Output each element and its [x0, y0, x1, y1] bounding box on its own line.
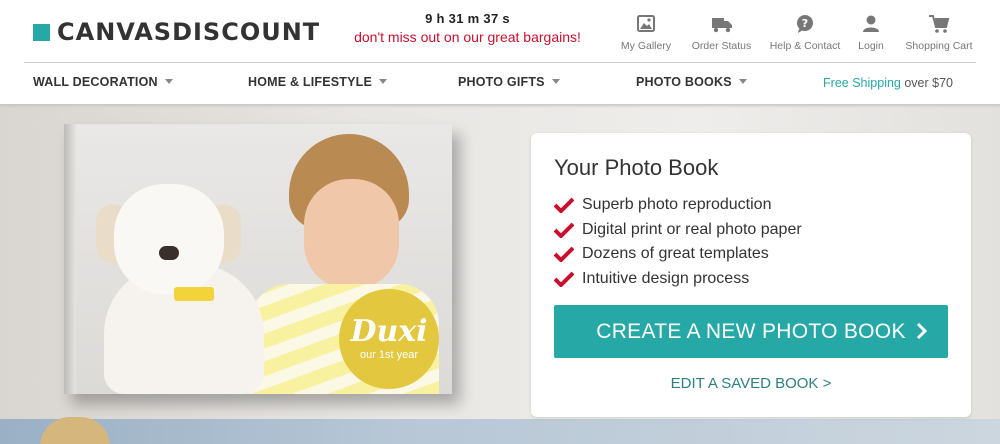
- header-icons: My Gallery Order Status ? Help & Contact…: [610, 14, 979, 52]
- caret-down-icon: [551, 79, 560, 84]
- create-photo-book-label: CREATE A NEW PHOTO BOOK: [596, 319, 906, 343]
- top-header: CANVASDISCOUNT 9 h 31 m 37 s don't miss …: [0, 0, 1000, 62]
- logo[interactable]: CANVASDISCOUNT: [33, 18, 320, 46]
- feature-text: Intuitive design process: [582, 269, 750, 287]
- feature-list: Superb photo reproduction Digital print …: [554, 193, 802, 291]
- nav-photo-books-label: PHOTO BOOKS: [636, 75, 732, 89]
- hero-top-shadow: [0, 104, 1000, 108]
- nav-photo-books[interactable]: PHOTO BOOKS: [636, 75, 747, 89]
- feature-text: Digital print or real photo paper: [582, 220, 802, 238]
- order-status-label: Order Status: [691, 40, 752, 52]
- promo-banner: 9 h 31 m 37 s don't miss out on our grea…: [340, 11, 595, 45]
- free-shipping-notice[interactable]: Free Shipping over $70: [823, 76, 953, 90]
- puppy-bow: [174, 287, 214, 301]
- check-icon: [554, 271, 574, 287]
- feature-item: Digital print or real photo paper: [554, 218, 802, 243]
- caret-down-icon: [738, 79, 747, 84]
- free-shipping-highlight: Free Shipping: [823, 76, 901, 90]
- hero-banner: Duxi our 1st year Your Photo Book Superb…: [0, 104, 1000, 444]
- photo-book-image: Duxi our 1st year: [64, 124, 452, 394]
- nav-photo-gifts-label: PHOTO GIFTS: [458, 75, 545, 89]
- panel-title: Your Photo Book: [554, 155, 719, 180]
- countdown-timer: 9 h 31 m 37 s: [425, 11, 510, 26]
- nav-home-lifestyle-label: HOME & LIFESTYLE: [248, 75, 373, 89]
- cart-icon: [929, 15, 950, 33]
- my-gallery-label: My Gallery: [620, 40, 672, 52]
- photo-book-panel: Your Photo Book Superb photo reproductio…: [531, 133, 971, 417]
- book-spine: [64, 124, 76, 394]
- puppy-head: [114, 184, 224, 294]
- shopping-cart-label: Shopping Cart: [905, 40, 973, 52]
- check-icon: [554, 197, 574, 214]
- gallery-icon: [637, 15, 655, 32]
- order-status-link[interactable]: Order Status: [684, 14, 759, 52]
- feature-item: Intuitive design process: [554, 267, 802, 292]
- caret-down-icon: [379, 79, 388, 84]
- nav-wall-decoration-label: WALL DECORATION: [33, 75, 158, 89]
- help-icon: ?: [797, 15, 813, 33]
- book-badge-subtitle: our 1st year: [359, 349, 419, 361]
- promo-text: don't miss out on our great bargains!: [354, 29, 581, 45]
- hero-floor: [0, 419, 1000, 444]
- nav-wall-decoration[interactable]: WALL DECORATION: [33, 75, 173, 89]
- check-icon: [554, 222, 574, 238]
- svg-text:?: ?: [802, 17, 808, 30]
- feature-text: Superb photo reproduction: [582, 196, 772, 214]
- check-icon: [554, 246, 574, 263]
- nav-photo-gifts[interactable]: PHOTO GIFTS: [458, 75, 560, 89]
- edit-saved-book-link[interactable]: EDIT A SAVED BOOK >: [531, 375, 971, 392]
- shopping-cart-link[interactable]: Shopping Cart: [899, 14, 979, 52]
- my-gallery-link[interactable]: My Gallery: [610, 14, 682, 52]
- book-title-badge: Duxi our 1st year: [339, 289, 439, 389]
- logo-text: CANVASDISCOUNT: [57, 18, 321, 46]
- feature-item: Superb photo reproduction: [554, 193, 802, 218]
- main-nav: WALL DECORATION HOME & LIFESTYLE PHOTO G…: [0, 63, 1000, 103]
- nav-home-lifestyle[interactable]: HOME & LIFESTYLE: [248, 75, 388, 89]
- caret-down-icon: [164, 79, 173, 84]
- truck-icon: [711, 18, 732, 33]
- chevron-right-icon: [916, 322, 928, 340]
- feature-text: Dozens of great templates: [582, 245, 769, 263]
- book-badge-title: Duxi: [350, 314, 428, 349]
- free-shipping-rest: over $70: [900, 76, 953, 90]
- user-icon: [863, 15, 879, 32]
- puppy-nose: [159, 246, 179, 260]
- puppy-photo: [94, 184, 264, 394]
- logo-square-icon: [33, 23, 50, 41]
- login-link[interactable]: Login: [847, 14, 895, 52]
- feature-item: Dozens of great templates: [554, 242, 802, 267]
- boy-face: [304, 179, 399, 289]
- create-photo-book-button[interactable]: CREATE A NEW PHOTO BOOK: [554, 305, 948, 358]
- login-label: Login: [858, 40, 884, 52]
- help-contact-label: Help & Contact: [769, 40, 841, 52]
- help-contact-link[interactable]: ? Help & Contact: [765, 14, 845, 52]
